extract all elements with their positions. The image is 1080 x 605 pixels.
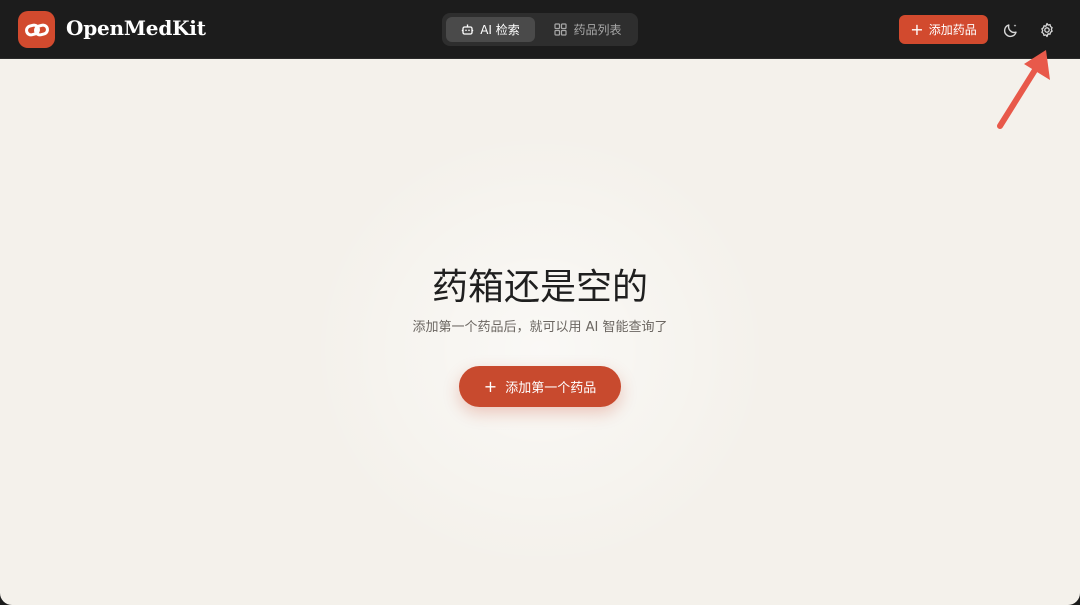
app-logo[interactable]: [18, 11, 55, 48]
add-medicine-button[interactable]: + 添加药品: [899, 15, 988, 44]
add-first-medicine-button[interactable]: + 添加第一个药品: [459, 366, 621, 407]
settings-button[interactable]: [1033, 16, 1061, 44]
arrow-pointer-icon: [997, 50, 1050, 129]
add-first-medicine-label: 添加第一个药品: [505, 381, 597, 396]
plus-icon: +: [483, 376, 498, 396]
grid-icon: [554, 23, 568, 36]
top-bar: OpenMedKit AI 检索 药品列表 + 添加药品: [0, 0, 1080, 59]
theme-toggle-button[interactable]: [997, 16, 1025, 44]
background-glow: [290, 110, 790, 590]
empty-state-subtitle: 添加第一个药品后，就可以用 AI 智能查询了: [412, 320, 668, 335]
tab-medicine-list[interactable]: 药品列表: [542, 17, 634, 42]
view-tabs: AI 检索 药品列表: [442, 13, 638, 46]
tab-medicine-list-label: 药品列表: [573, 23, 622, 37]
add-medicine-label: 添加药品: [928, 23, 977, 37]
empty-state-title: 药箱还是空的: [431, 267, 648, 308]
link-chain-icon: [24, 23, 49, 36]
robot-icon: [462, 24, 474, 35]
gear-icon: [1041, 22, 1053, 38]
tab-ai-search[interactable]: AI 检索: [446, 17, 535, 42]
app-window: OpenMedKit AI 检索 药品列表 + 添加药品 药箱还是空的 添加第一…: [0, 0, 1080, 605]
plus-icon: +: [910, 19, 924, 39]
tab-ai-search-label: AI 检索: [480, 23, 520, 37]
app-title: OpenMedKit: [66, 16, 206, 40]
moon-icon: [1003, 24, 1017, 38]
